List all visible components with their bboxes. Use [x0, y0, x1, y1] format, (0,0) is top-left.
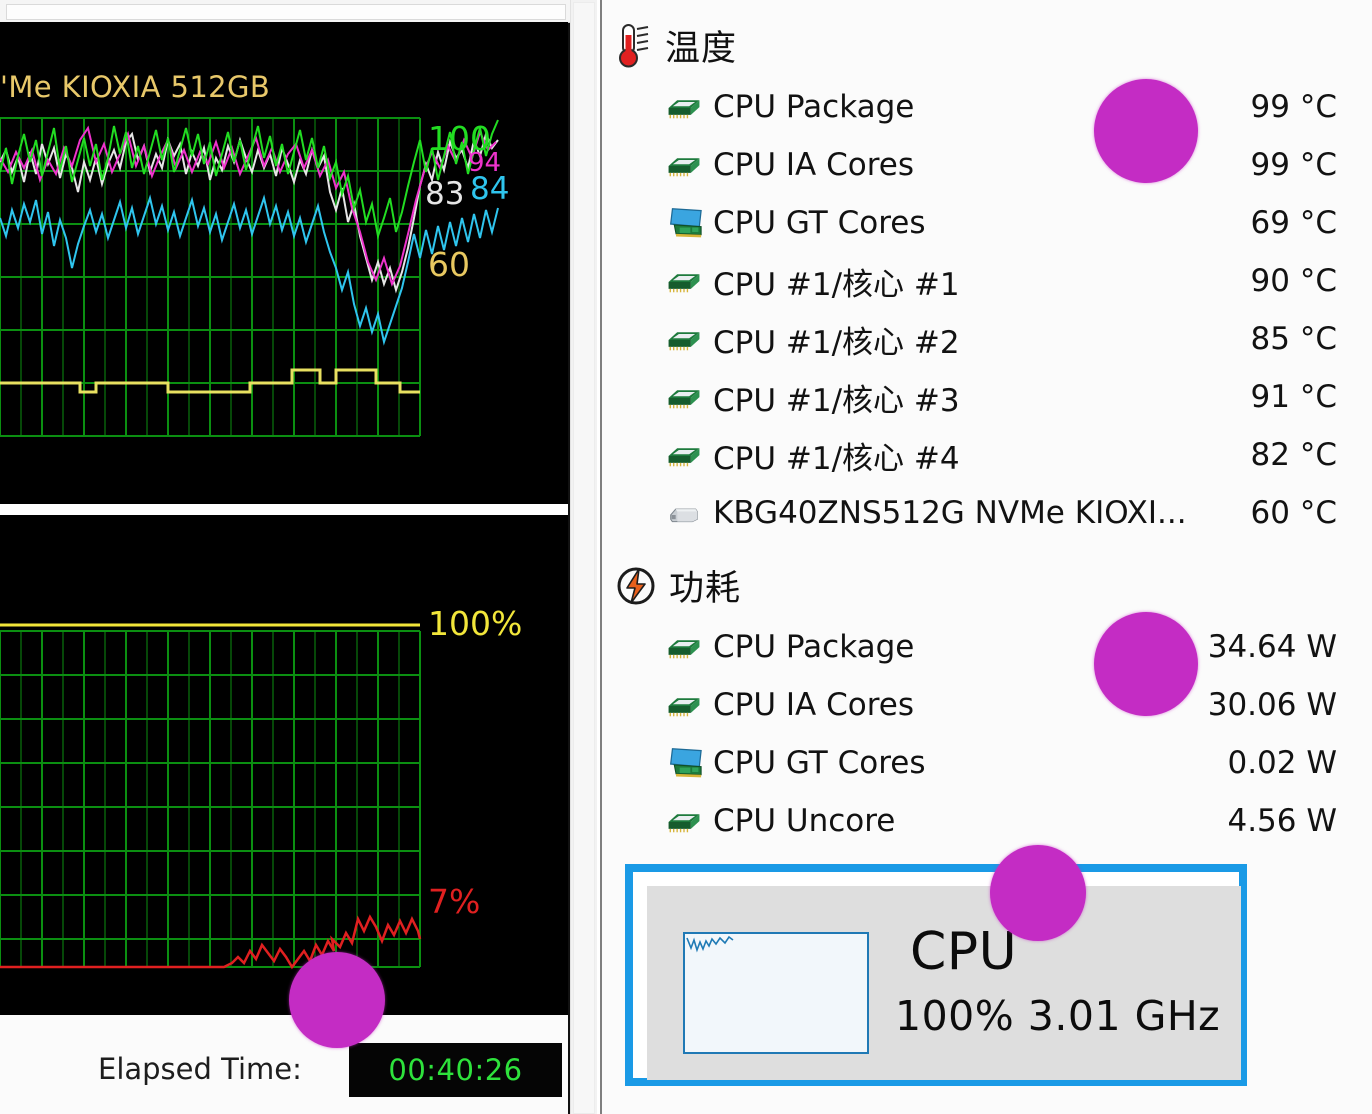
sensor-value: 69 °C: [1250, 205, 1337, 241]
annotation-circle-cpu-power: [1094, 612, 1198, 716]
series-cyan: [0, 194, 499, 346]
sensor-value: 4.56 W: [1227, 803, 1337, 839]
load-label-100pct: 100%: [428, 604, 523, 643]
cpu-chip-icon: [663, 380, 709, 414]
sensor-label: CPU IA Cores: [713, 147, 914, 183]
power-section-header: 功耗: [617, 560, 741, 611]
graph-label-83: 83: [425, 176, 465, 212]
sensor-value: 82 °C: [1250, 437, 1337, 473]
gpu-card-icon: [663, 746, 709, 780]
sensor-value: 99 °C: [1250, 147, 1337, 183]
app-root: 'Me KIOXIA 512GB 100 94 83 84 60 100% 7%…: [0, 0, 1372, 1114]
sensor-row-cpu-package-temp[interactable]: CPU Package 99 °C: [615, 78, 1363, 136]
power-row-cpu-ia-cores[interactable]: CPU IA Cores 30.06 W: [615, 676, 1363, 734]
sensor-label: CPU GT Cores: [713, 205, 926, 241]
sensor-row-cpu-core-2-temp[interactable]: CPU #1/核心 #2 85 °C: [615, 310, 1363, 368]
sensor-row-cpu-core-1-temp[interactable]: CPU #1/核心 #1 90 °C: [615, 252, 1363, 310]
cpu-chip-icon: [663, 264, 709, 298]
cpu-chip-icon: [663, 322, 709, 356]
left-monitoring-panel: 'Me KIOXIA 512GB 100 94 83 84 60 100% 7%…: [0, 0, 600, 1114]
grid-lines: [0, 630, 421, 968]
cpu-chip-icon: [663, 438, 709, 472]
sensor-row-nvme-temp[interactable]: KBG40ZNS512G NVMe KIOXI... 60 °C: [615, 484, 1363, 542]
load-label-7pct: 7%: [428, 882, 481, 921]
cpu-widget-subtitle: 100% 3.01 GHz: [895, 992, 1221, 1040]
left-panel-topbar-field[interactable]: [6, 4, 566, 20]
sensor-value: 0.02 W: [1227, 745, 1337, 781]
power-row-cpu-gt-cores[interactable]: CPU GT Cores 0.02 W: [615, 734, 1363, 792]
temperature-section-header: 温度: [617, 20, 737, 71]
sensor-label: CPU IA Cores: [713, 687, 914, 723]
panel-divider: [600, 0, 602, 1114]
load-graph-canvas: [0, 623, 422, 970]
sensor-value: 30.06 W: [1207, 687, 1337, 723]
power-section-title: 功耗: [669, 569, 742, 609]
sensor-row-cpu-core-4-temp[interactable]: CPU #1/核心 #4 82 °C: [615, 426, 1363, 484]
sensor-label: CPU GT Cores: [713, 745, 926, 781]
annotation-circle-elapsed: [289, 952, 385, 1048]
sensor-value: 60 °C: [1250, 495, 1337, 531]
left-panel-scrollbar-thumb[interactable]: [573, 2, 595, 1114]
lightning-icon: [617, 567, 655, 604]
sensor-label: CPU #1/核心 #4: [713, 440, 960, 477]
sensor-list-panel: 温度 CPU Package 99 °C CPU IA Cores 99 °C …: [603, 0, 1372, 1114]
power-row-cpu-uncore[interactable]: CPU Uncore 4.56 W: [615, 792, 1363, 850]
cpu-chip-icon: [663, 90, 709, 124]
graph-label-60: 60: [428, 245, 470, 284]
cpu-chip-icon: [663, 804, 709, 838]
sensor-label: CPU Package: [713, 629, 915, 665]
elapsed-time-display: 00:40:26: [349, 1043, 562, 1097]
gpu-card-icon: [663, 206, 709, 240]
cpu-chip-icon: [663, 148, 709, 182]
annotation-circle-cpu-widget: [990, 845, 1086, 941]
cpu-widget-highlight-box[interactable]: CPU 100% 3.01 GHz: [625, 864, 1247, 1086]
sensor-value: 85 °C: [1250, 321, 1337, 357]
sensor-label: CPU Package: [713, 89, 915, 125]
left-panel-topbar: [0, 0, 570, 23]
annotation-circle-cpu-temp: [1094, 79, 1198, 183]
graph-separator: [0, 504, 568, 515]
sensor-value: 34.64 W: [1207, 629, 1337, 665]
sensor-label: CPU #1/核心 #3: [713, 382, 960, 419]
sensor-row-cpu-ia-cores-temp[interactable]: CPU IA Cores 99 °C: [615, 136, 1363, 194]
cpu-chip-icon: [663, 688, 709, 722]
temperature-graph[interactable]: 'Me KIOXIA 512GB 100 94 83 84 60: [0, 22, 568, 504]
sensor-label: CPU #1/核心 #2: [713, 324, 960, 361]
elapsed-time-label: Elapsed Time:: [98, 1052, 302, 1086]
elapsed-time-value: 00:40:26: [388, 1053, 523, 1087]
sensor-value: 99 °C: [1250, 89, 1337, 125]
temperature-section-title: 温度: [665, 29, 738, 69]
power-row-cpu-package[interactable]: CPU Package 34.64 W: [615, 618, 1363, 676]
cpu-mini-graph: [683, 932, 869, 1054]
cpu-chip-icon: [663, 630, 709, 664]
sensor-value: 90 °C: [1250, 263, 1337, 299]
thermometer-icon: [619, 23, 649, 67]
temperature-graph-canvas: [0, 117, 499, 437]
sensor-row-cpu-core-3-temp[interactable]: CPU #1/核心 #3 91 °C: [615, 368, 1363, 426]
cpu-widget-body[interactable]: CPU 100% 3.01 GHz: [647, 886, 1241, 1080]
sensor-row-cpu-gt-cores-temp[interactable]: CPU GT Cores 69 °C: [615, 194, 1363, 252]
sensor-value: 91 °C: [1250, 379, 1337, 415]
graph-label-84: 84: [470, 171, 510, 207]
cpu-widget-inner-ring: CPU 100% 3.01 GHz: [633, 872, 1241, 1080]
cpu-widget-title: CPU: [910, 922, 1018, 982]
hdd-icon: [663, 496, 709, 530]
sensor-label: KBG40ZNS512G NVMe KIOXI...: [713, 495, 1187, 531]
sensor-label: CPU #1/核心 #1: [713, 266, 960, 303]
load-graph[interactable]: 100% 7%: [0, 515, 568, 1015]
sensor-label: CPU Uncore: [713, 803, 896, 839]
